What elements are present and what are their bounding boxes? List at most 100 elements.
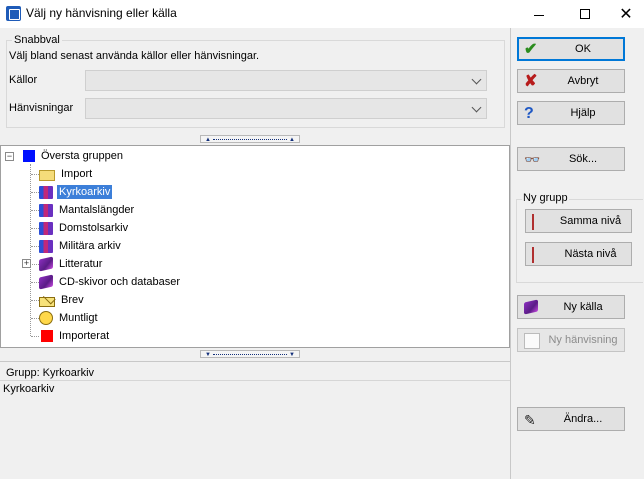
tree-item-muntligt[interactable]: Muntligt <box>39 309 100 327</box>
quick-select-title: Snabbval <box>12 34 62 46</box>
splitter-bottom[interactable]: ▼ ▼ <box>200 350 300 358</box>
splitter-top[interactable]: ▲ ▲ <box>200 135 300 143</box>
quick-select-group: Snabbval Välj bland senast använda källo… <box>6 34 505 128</box>
tree-item-brev[interactable]: Brev <box>39 291 86 309</box>
tree-connector <box>30 164 31 336</box>
edit-document-icon: ✎ <box>524 412 536 428</box>
tree-item-kyrkoarkiv[interactable]: Kyrkoarkiv <box>39 183 113 201</box>
title-bar: Välj ny hänvisning eller källa ✕ <box>0 0 644 28</box>
search-button-label: Sök... <box>568 153 598 165</box>
tree-connector <box>31 246 39 247</box>
tree-root[interactable]: − Översta gruppen <box>5 147 125 165</box>
tree-connector <box>31 228 39 229</box>
book-icon <box>39 256 53 272</box>
window-title: Välj ny hänvisning eller källa <box>26 6 177 20</box>
books-icon <box>39 221 53 235</box>
books-icon <box>39 185 53 199</box>
search-button[interactable]: 👓 Sök... <box>517 147 625 171</box>
book-icon <box>524 299 538 315</box>
chevron-down-icon <box>471 74 482 85</box>
tree-item-mantalslangder[interactable]: Mantalslängder <box>39 201 136 219</box>
arrow-up-icon: ▲ <box>205 137 211 143</box>
folder-icon <box>39 170 55 181</box>
binoculars-icon: 👓 <box>524 152 541 167</box>
close-button[interactable]: ✕ <box>608 0 644 28</box>
blue-square-icon <box>23 150 35 162</box>
tree-item-label: Brev <box>61 294 84 306</box>
splitter-dots <box>213 139 287 140</box>
tree-item-label: Mantalslängder <box>59 204 135 216</box>
close-icon: ✕ <box>619 6 633 23</box>
tree-item-label: Muntligt <box>59 312 98 324</box>
tree-item-label: Importerat <box>59 330 110 342</box>
cancel-button[interactable]: ✘ Avbryt <box>517 69 625 93</box>
tree-item-label: Översta gruppen <box>41 150 123 162</box>
chevron-down-icon <box>471 102 482 113</box>
tree-connector <box>31 174 39 175</box>
tree-connector <box>31 318 39 319</box>
envelope-icon <box>39 296 55 307</box>
source-tree[interactable]: − Översta gruppen Import Kyrkoarkiv Mant… <box>0 145 510 348</box>
info-value: Kyrkoarkiv <box>3 383 55 395</box>
divider <box>0 380 510 381</box>
tree-connector <box>31 282 39 283</box>
minimize-button[interactable] <box>516 0 562 28</box>
new-reference-button-label: Ny hänvisning <box>548 334 618 346</box>
new-source-button-label: Ny källa <box>563 301 603 313</box>
edit-button[interactable]: ✎ Ändra... <box>517 407 625 431</box>
cross-icon: ✘ <box>524 73 538 90</box>
tree-connector <box>32 264 39 265</box>
new-reference-button[interactable]: Ny hänvisning <box>517 328 625 352</box>
new-group-title: Ny grupp <box>522 192 569 204</box>
ok-button[interactable]: ✔ OK <box>517 37 625 61</box>
next-level-button-label: Nästa nivå <box>564 248 617 260</box>
tree-connector <box>31 300 39 301</box>
books-icon <box>39 203 53 217</box>
info-panel: Grupp: Kyrkoarkiv Kyrkoarkiv <box>0 361 510 479</box>
check-icon: ✔ <box>524 41 538 58</box>
same-level-icon <box>532 214 548 230</box>
book-icon <box>39 274 53 290</box>
divider <box>510 28 511 479</box>
maximize-button[interactable] <box>562 0 608 28</box>
next-level-button[interactable]: Nästa nivå <box>525 242 632 266</box>
tree-item-label: Domstolsarkiv <box>59 222 129 234</box>
info-group-label: Grupp: Kyrkoarkiv <box>6 367 95 379</box>
splitter-dots <box>213 354 287 355</box>
references-combo[interactable] <box>85 98 487 119</box>
help-button[interactable]: ? Hjälp <box>517 101 625 125</box>
references-label: Hänvisningar <box>9 102 74 114</box>
quick-select-description: Välj bland senast använda källor eller h… <box>9 50 260 62</box>
collapse-icon[interactable]: − <box>5 151 14 161</box>
next-level-icon <box>532 247 548 263</box>
help-button-label: Hjälp <box>570 107 596 119</box>
sources-combo[interactable] <box>85 70 487 91</box>
same-level-button[interactable]: Samma nivå <box>525 209 632 233</box>
minimize-icon <box>534 14 544 16</box>
new-source-button[interactable]: Ny källa <box>517 295 625 319</box>
tree-item-label: CD-skivor och databaser <box>59 276 181 288</box>
ok-button-label: OK <box>575 43 591 55</box>
tree-connector <box>31 210 39 211</box>
arrow-down-icon: ▼ <box>289 352 295 358</box>
tree-item-domstolsarkiv[interactable]: Domstolsarkiv <box>39 219 130 237</box>
edit-button-label: Ändra... <box>563 413 603 425</box>
maximize-icon <box>580 9 590 19</box>
tree-item-militara-arkiv[interactable]: Militära arkiv <box>39 237 123 255</box>
face-icon <box>39 311 53 325</box>
tree-item-label: Litteratur <box>59 258 103 270</box>
document-icon <box>524 333 540 349</box>
same-level-button-label: Samma nivå <box>559 215 622 227</box>
tree-item-label: Kyrkoarkiv <box>57 185 113 199</box>
tree-item-label: Militära arkiv <box>59 240 121 252</box>
tree-connector <box>31 336 39 337</box>
tree-item-importerat[interactable]: Importerat <box>39 327 111 345</box>
tree-item-litteratur[interactable]: Litteratur <box>39 255 104 273</box>
tree-connector <box>31 192 39 193</box>
tree-item-cd-skivor[interactable]: CD-skivor och databaser <box>39 273 182 291</box>
sources-label: Källor <box>9 74 38 86</box>
tree-item-import[interactable]: Import <box>39 165 94 183</box>
app-icon <box>6 6 21 21</box>
arrow-up-icon: ▲ <box>289 137 295 143</box>
expand-icon[interactable]: + <box>22 259 31 268</box>
